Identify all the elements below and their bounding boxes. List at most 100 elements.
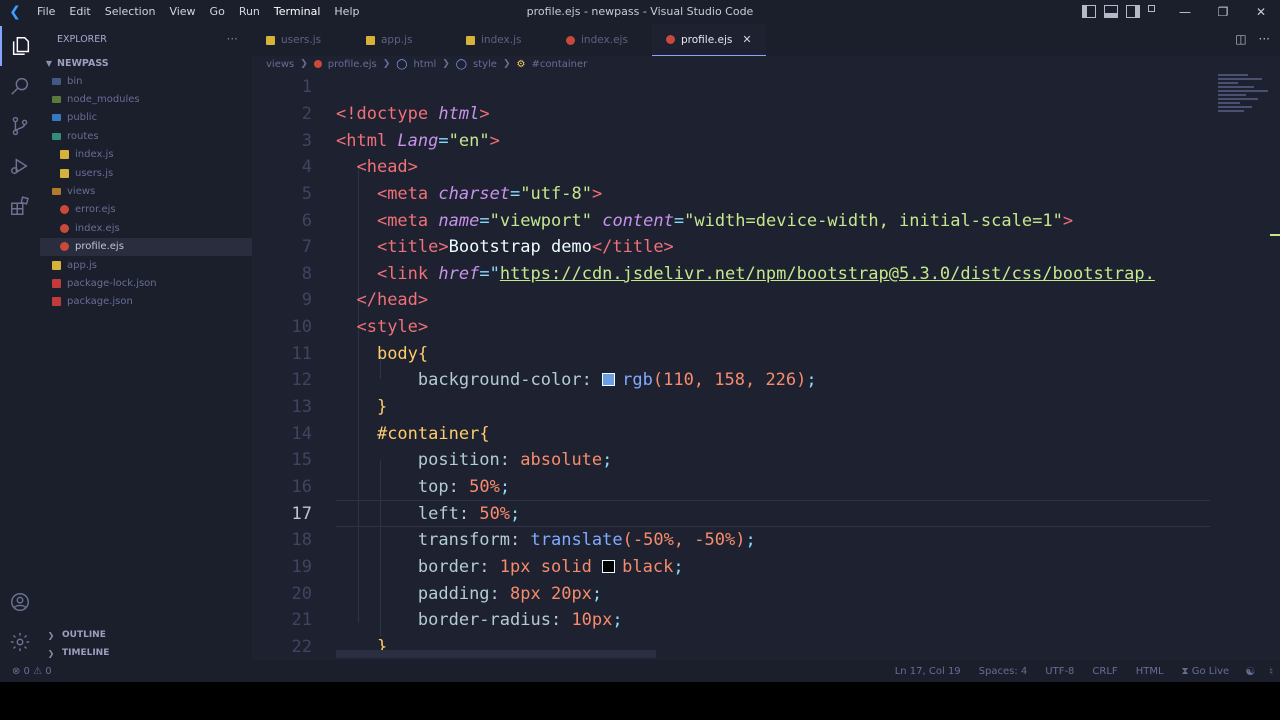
- tree-item[interactable]: error.ejs: [40, 201, 252, 219]
- encoding[interactable]: UTF-8: [1036, 666, 1083, 677]
- menu-file[interactable]: File: [30, 0, 62, 24]
- breadcrumb-item[interactable]: views: [266, 59, 294, 70]
- code-token: 50%: [479, 503, 511, 524]
- tree-item[interactable]: routes: [40, 127, 252, 145]
- tree-item[interactable]: index.js: [40, 146, 252, 164]
- color-swatch-icon[interactable]: [602, 559, 616, 573]
- more-actions-icon[interactable]: ···: [1259, 32, 1270, 46]
- code-line[interactable]: 2 <!doctype html>: [252, 101, 1210, 128]
- code-line[interactable]: 9 </head>: [252, 287, 1210, 314]
- tree-item[interactable]: profile.ejs: [40, 237, 252, 256]
- menu-run[interactable]: Run: [232, 0, 267, 24]
- language-mode[interactable]: HTML: [1127, 666, 1173, 677]
- code-line[interactable]: 10 <style>: [252, 314, 1210, 341]
- toggle-primary-sidebar-icon[interactable]: [1082, 5, 1096, 18]
- tree-item[interactable]: app.js: [40, 256, 252, 274]
- problems-count[interactable]: ⊗ 0 ⚠ 0: [12, 666, 52, 677]
- code-line[interactable]: 12 background-color: rgb(110, 158, 226);: [252, 367, 1210, 394]
- code-editor[interactable]: 1 2 <!doctype html> 3 <html Lang="en"> 4 <hea…: [252, 72, 1280, 660]
- code-line[interactable]: 15 position: absolute;: [252, 447, 1210, 474]
- code-line[interactable]: 3 <html Lang="en">: [252, 127, 1210, 154]
- breadcrumb-item[interactable]: #container: [531, 59, 587, 70]
- code-line[interactable]: 4 <head>: [252, 154, 1210, 181]
- tree-item[interactable]: views: [40, 182, 252, 200]
- tab-index-ejs[interactable]: index.ejs: [552, 24, 652, 56]
- split-editor-icon[interactable]: ◫: [1235, 32, 1246, 46]
- code-line[interactable]: 6 <meta name="viewport" content="width=d…: [252, 207, 1210, 234]
- minimize-icon[interactable]: —: [1166, 0, 1204, 24]
- tree-item[interactable]: package-lock.json: [40, 274, 252, 292]
- customize-layout-icon[interactable]: [1148, 5, 1162, 18]
- indentation[interactable]: Spaces: 4: [970, 666, 1037, 677]
- minimap[interactable]: [1218, 74, 1270, 122]
- breadcrumb-item[interactable]: html: [413, 59, 436, 70]
- toggle-panel-icon[interactable]: [1104, 5, 1118, 18]
- tree-item[interactable]: public: [40, 109, 252, 127]
- explorer-icon[interactable]: [0, 26, 40, 66]
- end-of-line[interactable]: CRLF: [1083, 666, 1126, 677]
- code-token: translate: [530, 530, 623, 551]
- toggle-secondary-sidebar-icon[interactable]: [1126, 5, 1140, 18]
- code-line[interactable]: 19 border: 1px solid black;: [252, 554, 1210, 581]
- code-line[interactable]: 13 }: [252, 394, 1210, 421]
- code-line[interactable]: 5 <meta charset="utf-8">: [252, 181, 1210, 208]
- run-debug-icon[interactable]: [0, 146, 40, 186]
- code-token: <meta: [376, 210, 429, 231]
- code-line[interactable]: 11 body{: [252, 341, 1210, 368]
- more-actions-icon[interactable]: ···: [227, 32, 238, 46]
- code-token: background-color:: [417, 370, 592, 391]
- breadcrumb-item[interactable]: profile.ejs: [328, 59, 377, 70]
- code-line[interactable]: 16 top: 50%;: [252, 474, 1210, 501]
- code-line[interactable]: 8 <link href="https://cdn.jsdelivr.net/n…: [252, 261, 1210, 288]
- menu-edit[interactable]: Edit: [62, 0, 97, 24]
- source-control-icon[interactable]: [0, 106, 40, 146]
- close-tab-icon[interactable]: ✕: [742, 33, 751, 46]
- color-swatch-icon[interactable]: [602, 373, 616, 387]
- code-line[interactable]: 18 transform: translate(-50%, -50%);: [252, 527, 1210, 554]
- workspace-root[interactable]: ▼ NEWPASS: [40, 54, 252, 72]
- tree-item-label: package.json: [67, 296, 133, 308]
- tree-item[interactable]: index.ejs: [40, 219, 252, 237]
- notifications-bell-icon[interactable]: ♮: [1262, 665, 1280, 678]
- menu-selection[interactable]: Selection: [98, 0, 163, 24]
- tab-users-js[interactable]: users.js: [252, 24, 352, 56]
- tab-index-js[interactable]: index.js: [452, 24, 552, 56]
- maximize-icon[interactable]: ❐: [1204, 0, 1242, 24]
- code-line[interactable]: 20 padding: 8px 20px;: [252, 580, 1210, 607]
- go-live-button[interactable]: ⧗ Go Live: [1173, 666, 1239, 677]
- code-token: =: [673, 210, 685, 231]
- menu-go[interactable]: Go: [203, 0, 232, 24]
- menu-help[interactable]: Help: [327, 0, 366, 24]
- code-line[interactable]: 21 border-radius: 10px;: [252, 607, 1210, 634]
- cursor-position[interactable]: Ln 17, Col 19: [886, 666, 970, 677]
- accounts-icon[interactable]: [0, 582, 40, 622]
- tree-item[interactable]: bin: [40, 72, 252, 90]
- code-line[interactable]: 17 left: 50%;: [292, 500, 1210, 527]
- code-token: "width=device-width, initial-scale=1": [684, 210, 1063, 231]
- close-window-icon[interactable]: ✕: [1242, 0, 1280, 24]
- extensions-icon[interactable]: [0, 186, 40, 226]
- code-line[interactable]: 7 <title>Bootstrap demo</title>: [252, 234, 1210, 261]
- outline-section[interactable]: ❯ OUTLINE: [40, 626, 252, 644]
- horizontal-scrollbar[interactable]: [336, 650, 656, 658]
- code-line[interactable]: 1: [252, 74, 1210, 101]
- code-line[interactable]: 14 #container{: [252, 420, 1210, 447]
- code-token: <!doctype: [336, 103, 429, 124]
- tree-item[interactable]: package.json: [40, 293, 252, 311]
- explorer-header: EXPLORER: [57, 33, 107, 45]
- search-icon[interactable]: [0, 66, 40, 106]
- code-token: absolute: [520, 450, 603, 471]
- menu-terminal[interactable]: Terminal: [267, 0, 328, 24]
- tree-item[interactable]: users.js: [40, 164, 252, 182]
- code-token[interactable]: https://cdn.jsdelivr.net/npm/bootstrap@5…: [500, 264, 1155, 284]
- tab-app-js[interactable]: app.js: [352, 24, 452, 56]
- menu-view[interactable]: View: [162, 0, 202, 24]
- tree-item[interactable]: node_modules: [40, 90, 252, 108]
- tab-profile-ejs[interactable]: profile.ejs ✕: [652, 24, 766, 56]
- breadcrumb-item[interactable]: style: [473, 59, 497, 70]
- code-token: charset: [438, 183, 511, 204]
- line-number: 13: [291, 397, 312, 418]
- settings-gear-icon[interactable]: [0, 622, 40, 662]
- js-file-icon: [366, 35, 375, 45]
- feedback-icon[interactable]: ☯: [1238, 665, 1262, 678]
